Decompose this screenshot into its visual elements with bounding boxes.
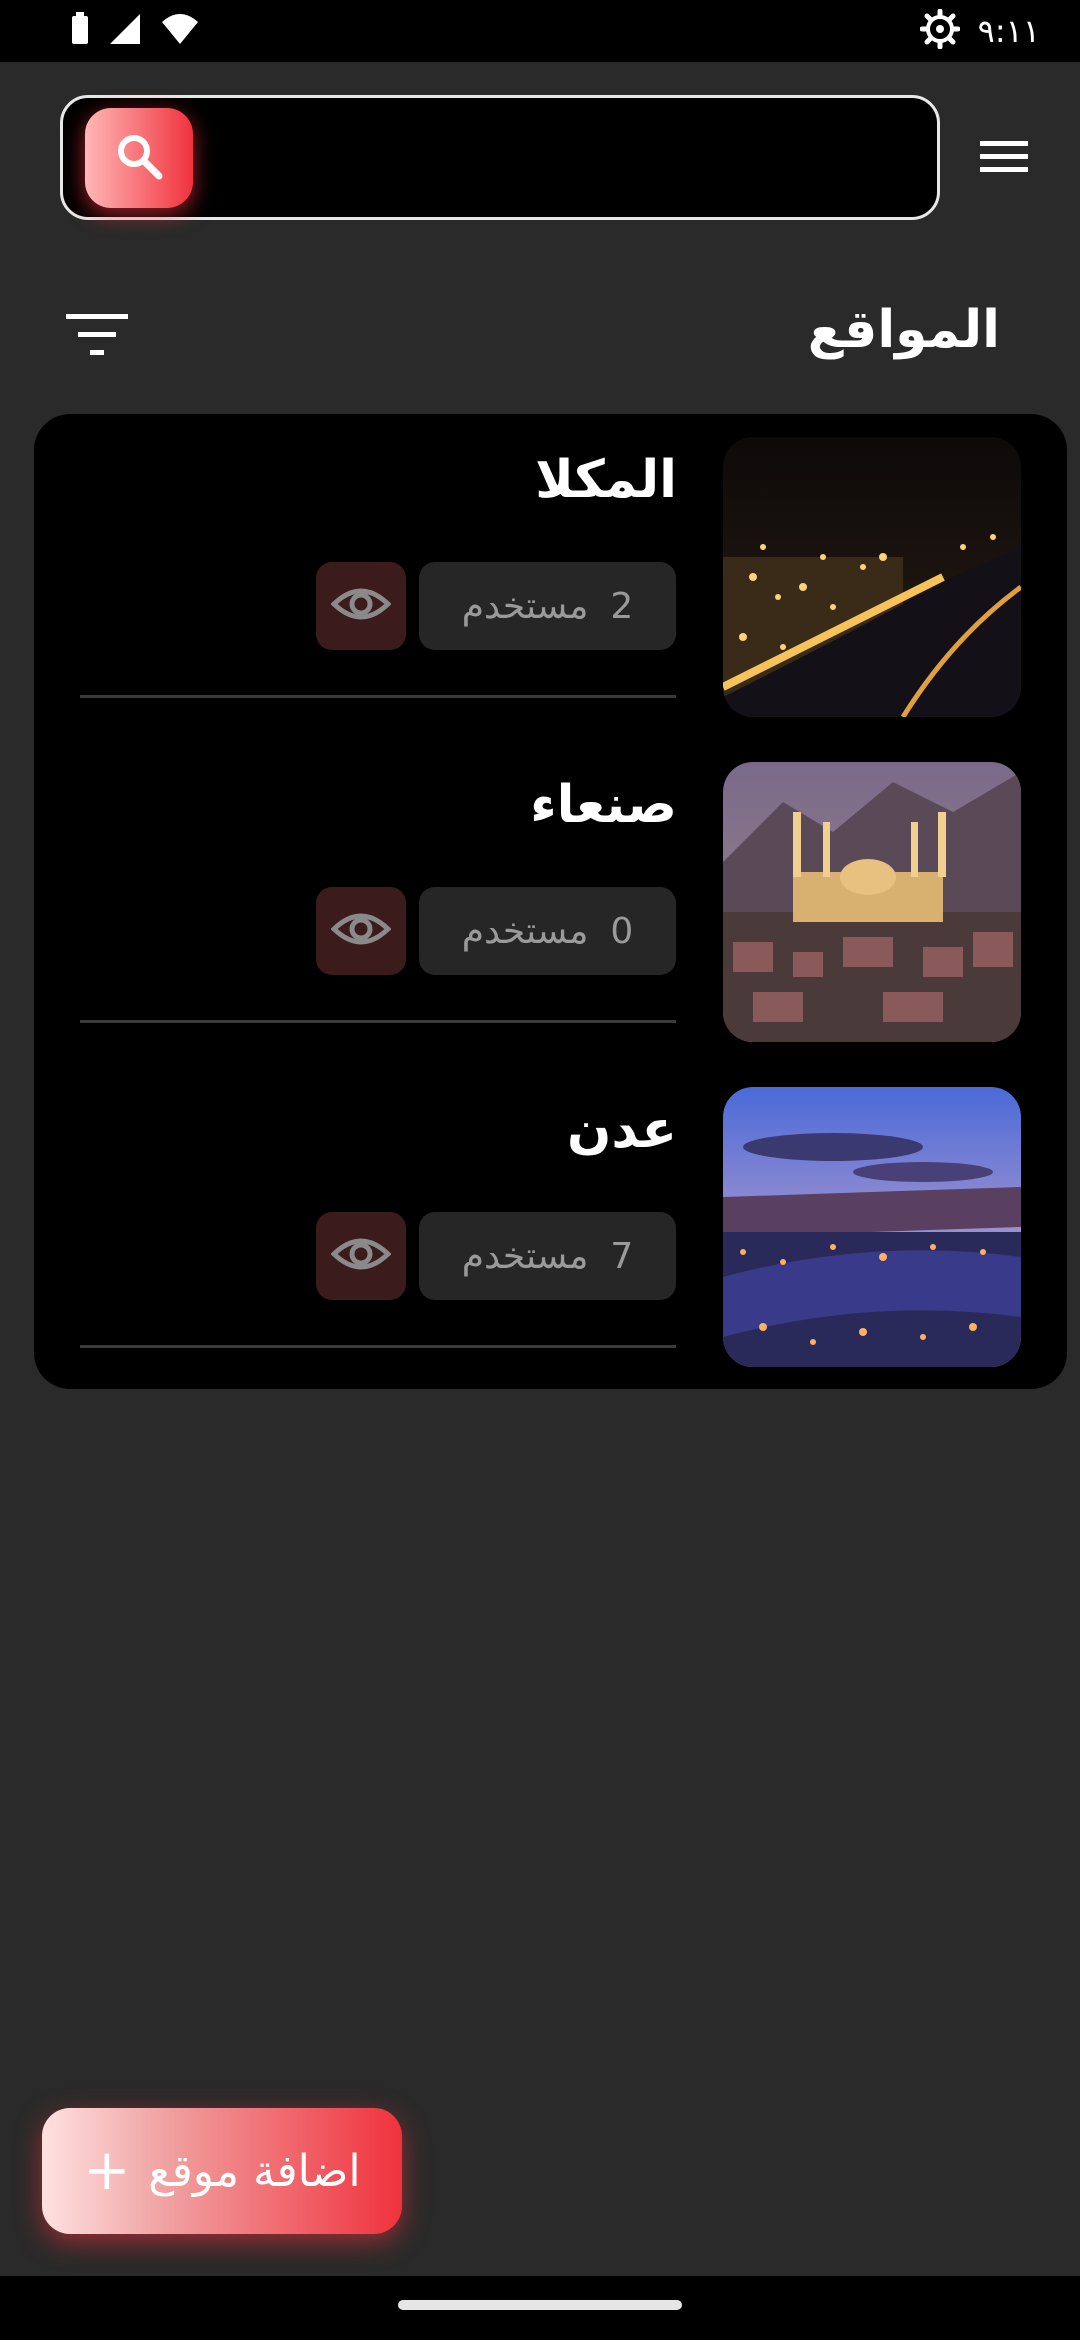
list-item[interactable]: صنعاء 0 مستخدم <box>34 739 1067 1064</box>
signal-icon <box>108 12 142 50</box>
users-label: مستخدم <box>461 910 589 952</box>
menu-button[interactable] <box>975 135 1033 183</box>
divider <box>80 695 676 698</box>
home-indicator[interactable] <box>398 2300 682 2310</box>
add-location-label: اضافة موقع <box>148 2145 361 2197</box>
location-image <box>723 437 1021 717</box>
app-screen: ٩:١١ المواقع المكلا 2 مستخدم صنعاء 0 مست… <box>0 0 1080 2340</box>
status-icons-left <box>70 12 200 50</box>
filter-icon <box>66 312 128 364</box>
status-icons-right: ٩:١١ <box>919 8 1040 53</box>
location-image <box>723 1087 1021 1367</box>
filter-button[interactable] <box>62 310 132 366</box>
battery-icon <box>70 12 90 50</box>
section-title: المواقع <box>807 300 1000 360</box>
status-time: ٩:١١ <box>977 12 1040 50</box>
view-button[interactable] <box>316 887 406 975</box>
add-location-button[interactable]: اضافة موقع + <box>42 2108 402 2234</box>
users-count: 2 <box>610 585 634 627</box>
users-count-badge: 7 مستخدم <box>419 1212 676 1300</box>
users-count-badge: 0 مستخدم <box>419 887 676 975</box>
users-count-badge: 2 مستخدم <box>419 562 676 650</box>
eye-icon <box>330 584 392 628</box>
location-image <box>723 762 1021 1042</box>
users-label: مستخدم <box>461 585 589 627</box>
list-item[interactable]: عدن 7 مستخدم <box>34 1064 1067 1389</box>
settings-icon <box>919 8 961 53</box>
locations-list: المكلا 2 مستخدم صنعاء 0 مستخدم عدن 7 مست… <box>34 414 1067 1389</box>
divider <box>80 1345 676 1348</box>
users-count: 7 <box>610 1235 634 1277</box>
list-item[interactable]: المكلا 2 مستخدم <box>34 414 1067 739</box>
hamburger-icon <box>978 137 1030 181</box>
location-name: صنعاء <box>530 775 677 835</box>
view-button[interactable] <box>316 562 406 650</box>
wifi-icon <box>160 12 200 50</box>
status-bar: ٩:١١ <box>0 0 1080 62</box>
plus-icon: + <box>83 2138 131 2203</box>
eye-icon <box>330 909 392 953</box>
divider <box>80 1020 676 1023</box>
location-name: المكلا <box>535 450 677 510</box>
eye-icon <box>330 1234 392 1278</box>
view-button[interactable] <box>316 1212 406 1300</box>
users-label: مستخدم <box>461 1235 589 1277</box>
search-icon <box>113 130 165 186</box>
users-count: 0 <box>610 910 634 952</box>
location-name: عدن <box>567 1100 677 1160</box>
search-button[interactable] <box>85 108 193 208</box>
